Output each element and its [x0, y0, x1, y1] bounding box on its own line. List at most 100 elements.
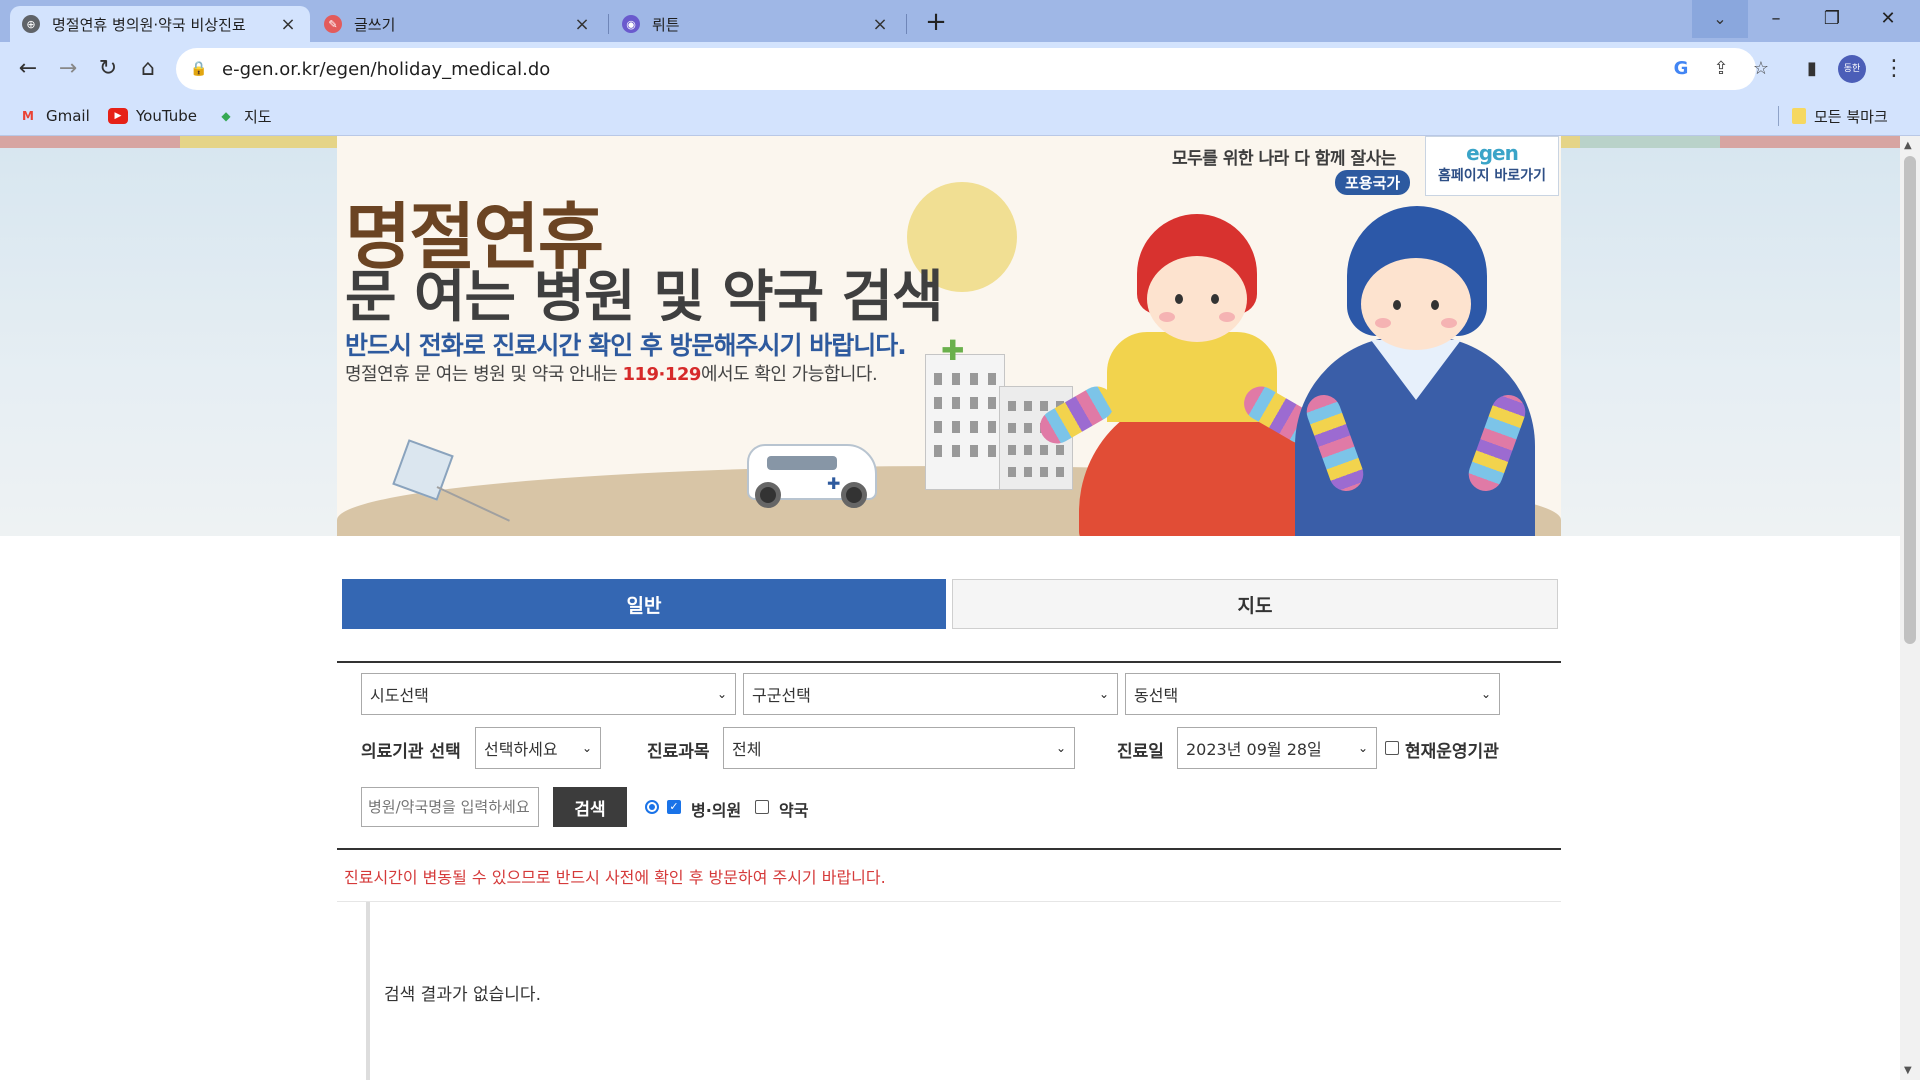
- scroll-down-icon[interactable]: ▼: [1904, 1065, 1912, 1076]
- reload-icon[interactable]: ↻: [90, 51, 126, 87]
- chevron-down-icon: ⌄: [716, 687, 727, 701]
- browser-tab-wrtn[interactable]: ◉ 뤼튼 ×: [610, 6, 902, 42]
- profile-avatar[interactable]: 동한: [1838, 55, 1866, 83]
- bookmark-separator: [1778, 106, 1779, 126]
- minimize-icon[interactable]: –: [1748, 0, 1804, 38]
- tab-separator: [608, 14, 609, 34]
- pharmacy-checkbox[interactable]: [755, 800, 769, 814]
- sido-select-value: 시도선택: [370, 686, 429, 705]
- bookmark-gmail[interactable]: M Gmail: [18, 104, 90, 128]
- bookmark-label: 지도: [244, 107, 272, 126]
- bookmark-youtube[interactable]: ▶ YouTube: [108, 104, 197, 128]
- hospital-label: 병·의원: [691, 801, 742, 820]
- maps-icon: ◆: [221, 109, 231, 123]
- bookmarks-bar: M Gmail ▶ YouTube ◆ 지도 모든 북마크: [0, 96, 1920, 136]
- date-select-value: 2023년 09월 28일: [1186, 740, 1322, 759]
- institution-select[interactable]: 선택하세요 ⌄: [475, 727, 601, 769]
- wrtn-icon: ◉: [622, 15, 640, 33]
- view-tabs: 일반 지도: [342, 579, 1558, 629]
- tab-map[interactable]: 지도: [952, 579, 1558, 629]
- chevron-down-icon: ⌄: [1357, 741, 1368, 755]
- chevron-down-icon: ⌄: [1480, 687, 1491, 701]
- banner-slogan: 모두를 위한 나라 다 함께 잘사는: [1172, 149, 1396, 169]
- side-panel-icon[interactable]: ▮: [1794, 51, 1830, 87]
- window-close-icon[interactable]: ✕: [1860, 0, 1916, 38]
- open-now-checkbox[interactable]: [1385, 741, 1399, 755]
- girl-face: [1147, 256, 1247, 342]
- scroll-up-icon[interactable]: ▲: [1904, 140, 1912, 151]
- dong-select-value: 동선택: [1134, 686, 1179, 705]
- search-form: 시도선택 ⌄ 구군선택 ⌄ 동선택 ⌄ 의료기관 선택 선택하세요 ⌄ 진료과목…: [337, 661, 1561, 850]
- chevron-down-icon: ⌄: [1098, 687, 1109, 701]
- institution-select-value: 선택하세요: [484, 740, 558, 759]
- dong-select[interactable]: 동선택 ⌄: [1125, 673, 1500, 715]
- close-icon[interactable]: ×: [572, 14, 592, 35]
- globe-icon: ⊕: [22, 15, 40, 33]
- tab-separator: [906, 14, 907, 34]
- back-arrow-icon[interactable]: ←: [10, 51, 46, 87]
- browser-toolbar: ← → ↻ ⌂ 🔒 e-gen.or.kr/egen/holiday_medic…: [0, 42, 1920, 96]
- pharmacy-label: 약국: [779, 801, 809, 820]
- ambulance-wheel: [755, 482, 781, 508]
- browser-tab-egen[interactable]: ⊕ 명절연휴 병의원·약국 비상진료 ×: [10, 6, 310, 42]
- department-select[interactable]: 전체 ⌄: [723, 727, 1075, 769]
- name-search-input[interactable]: [361, 787, 539, 827]
- tab-general[interactable]: 일반: [342, 579, 946, 629]
- gugun-select-value: 구군선택: [752, 686, 811, 705]
- egen-logo: egen: [1466, 141, 1519, 165]
- tab-title: 명절연휴 병의원·약국 비상진료: [52, 15, 246, 34]
- bookmark-label: YouTube: [136, 107, 197, 125]
- lock-icon[interactable]: 🔒: [190, 61, 210, 77]
- write-site-icon: ✎: [324, 15, 342, 33]
- date-select[interactable]: 2023년 09월 28일 ⌄: [1177, 727, 1377, 769]
- browser-tab-write[interactable]: ✎ 글쓰기 ×: [312, 6, 604, 42]
- chevron-down-icon: ⌄: [1055, 741, 1066, 755]
- page-scrollbar[interactable]: ▲ ▼: [1900, 136, 1920, 1080]
- bookmark-label: Gmail: [46, 107, 90, 125]
- close-icon[interactable]: ×: [278, 14, 298, 35]
- all-bookmarks[interactable]: 모든 북마크: [1792, 104, 1888, 128]
- home-icon[interactable]: ⌂: [130, 51, 166, 87]
- department-select-value: 전체: [732, 740, 762, 759]
- share-icon[interactable]: ⇪: [1708, 56, 1734, 82]
- slogan-badge: 포용국가: [1335, 170, 1411, 195]
- all-bookmarks-label: 모든 북마크: [1814, 107, 1888, 126]
- emergency-numbers: 119·129: [622, 364, 701, 385]
- gmail-icon: M: [22, 109, 34, 123]
- banner-info-prefix: 명절연휴 문 여는 병원 및 약국 안내는: [345, 364, 623, 385]
- type-radio[interactable]: [645, 800, 659, 814]
- close-icon[interactable]: ×: [870, 14, 890, 35]
- address-bar[interactable]: 🔒 e-gen.or.kr/egen/holiday_medical.do G …: [176, 48, 1769, 90]
- chevron-down-icon: ⌄: [581, 741, 592, 755]
- tab-title: 뤼튼: [652, 15, 680, 34]
- homepage-link-label: 홈페이지 바로가기: [1438, 168, 1546, 184]
- bookmark-maps[interactable]: ◆ 지도: [216, 104, 272, 128]
- hospital-cross-icon: ✚: [941, 334, 965, 367]
- folder-icon: [1792, 108, 1806, 124]
- browser-tab-strip: ⊕ 명절연휴 병의원·약국 비상진료 × ✎ 글쓰기 × ◉ 뤼튼 × + ⌄ …: [0, 0, 1920, 42]
- institution-label: 의료기관 선택: [361, 742, 461, 762]
- no-result-message: 검색 결과가 없습니다.: [384, 985, 541, 1005]
- department-label: 진료과목: [647, 742, 710, 762]
- scroll-thumb[interactable]: [1904, 156, 1916, 644]
- kebab-menu-icon[interactable]: ⋮: [1876, 51, 1912, 87]
- search-button[interactable]: 검색: [553, 787, 627, 827]
- tab-title: 글쓰기: [354, 15, 396, 34]
- new-tab-button[interactable]: +: [922, 8, 950, 36]
- forward-arrow-icon[interactable]: →: [50, 51, 86, 87]
- ambulance-wheel: [841, 482, 867, 508]
- date-label: 진료일: [1117, 742, 1164, 762]
- bookmark-star-icon[interactable]: ☆: [1748, 56, 1774, 82]
- holiday-banner: ✚ ✚ 명절연휴 문 여는 병원 및 약국 검색 반드시 전화로 진료시간 확인…: [337, 136, 1561, 536]
- banner-subtitle: 문 여는 병원 및 약국 검색: [345, 265, 944, 330]
- hospital-checkbox[interactable]: ✓: [667, 800, 681, 814]
- google-lens-icon[interactable]: G: [1668, 56, 1694, 82]
- restore-icon[interactable]: ❐: [1804, 0, 1860, 38]
- tab-search-chevron-icon[interactable]: ⌄: [1692, 0, 1748, 38]
- homepage-link[interactable]: egen 홈페이지 바로가기: [1425, 136, 1559, 196]
- banner-info: 명절연휴 문 여는 병원 및 약국 안내는 119·129에서도 확인 가능합니…: [345, 360, 878, 386]
- sido-select[interactable]: 시도선택 ⌄: [361, 673, 736, 715]
- youtube-icon: ▶: [108, 108, 128, 124]
- gugun-select[interactable]: 구군선택 ⌄: [743, 673, 1118, 715]
- results-panel: 검색 결과가 없습니다.: [366, 902, 1561, 1080]
